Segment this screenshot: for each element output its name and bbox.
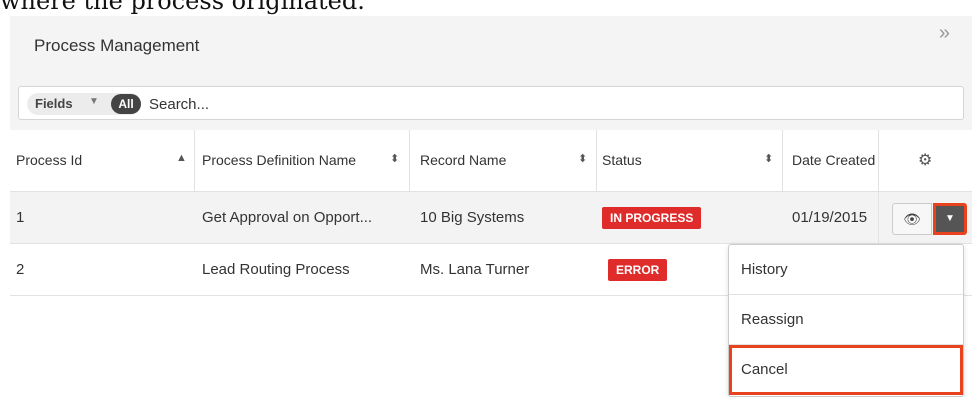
sort-icon[interactable]: ⬍ xyxy=(390,152,399,165)
column-settings[interactable]: ⚙ xyxy=(878,130,972,192)
menu-item-cancel[interactable]: Cancel xyxy=(729,345,963,395)
status-badge: IN PROGRESS xyxy=(602,207,702,229)
gear-icon[interactable]: ⚙ xyxy=(918,150,932,170)
filter-box: Fields ▼ All xyxy=(18,86,964,120)
cell-process-id: 2 xyxy=(16,261,25,278)
fields-dropdown[interactable]: Fields ▼ All xyxy=(27,93,141,115)
row-actions-menu: History Reassign Cancel xyxy=(728,244,964,397)
column-header-date-created[interactable]: Date Created xyxy=(782,130,878,192)
caret-down-icon: ▼ xyxy=(89,96,99,107)
search-input[interactable] xyxy=(149,91,929,117)
menu-item-reassign[interactable]: Reassign xyxy=(729,295,963,345)
sort-icon[interactable]: ⬍ xyxy=(578,152,587,165)
column-header-process-id[interactable]: Process Id ▲ xyxy=(10,130,194,192)
column-header-status[interactable]: Status ⬍ xyxy=(596,130,782,192)
cell-record-name[interactable]: 10 Big Systems xyxy=(420,209,524,226)
cell-process-definition[interactable]: Get Approval on Opport... xyxy=(202,209,372,226)
row-actions: 👁 ▼ xyxy=(892,203,968,235)
sort-asc-icon[interactable]: ▲ xyxy=(176,152,187,164)
eye-icon[interactable]: 👁 xyxy=(892,203,932,235)
double-chevron-right-icon[interactable]: » xyxy=(939,22,950,45)
column-label: Process Id xyxy=(16,152,83,168)
cell-date-created: 01/19/2015 xyxy=(792,209,868,226)
panel-header: Process Management » xyxy=(10,16,972,74)
panel-title: Process Management xyxy=(34,36,200,55)
fields-label: Fields xyxy=(35,96,73,111)
column-label: Date Created xyxy=(792,152,876,168)
column-label: Process Definition Name xyxy=(202,152,357,168)
column-header-record-name[interactable]: Record Name ⬍ xyxy=(414,130,596,192)
sort-icon[interactable]: ⬍ xyxy=(764,152,773,165)
caret-down-icon[interactable]: ▼ xyxy=(933,203,967,235)
cell-process-definition[interactable]: Lead Routing Process xyxy=(202,261,350,278)
column-divider xyxy=(409,130,410,192)
all-filter-badge[interactable]: All xyxy=(111,94,141,114)
column-divider xyxy=(194,130,195,192)
table-header: Process Id ▲ Process Definition Name ⬍ R… xyxy=(10,130,972,192)
column-label: Status xyxy=(602,152,642,168)
status-badge: ERROR xyxy=(608,259,668,281)
caption-text: where the process originated. xyxy=(0,0,365,15)
cell-process-id: 1 xyxy=(16,209,25,226)
column-label: Record Name xyxy=(420,152,507,168)
menu-item-history[interactable]: History xyxy=(729,245,963,295)
table-row[interactable]: 1 Get Approval on Opport... 10 Big Syste… xyxy=(10,192,972,244)
cell-record-name[interactable]: Ms. Lana Turner xyxy=(420,261,529,278)
column-header-process-definition[interactable]: Process Definition Name ⬍ xyxy=(196,130,408,192)
